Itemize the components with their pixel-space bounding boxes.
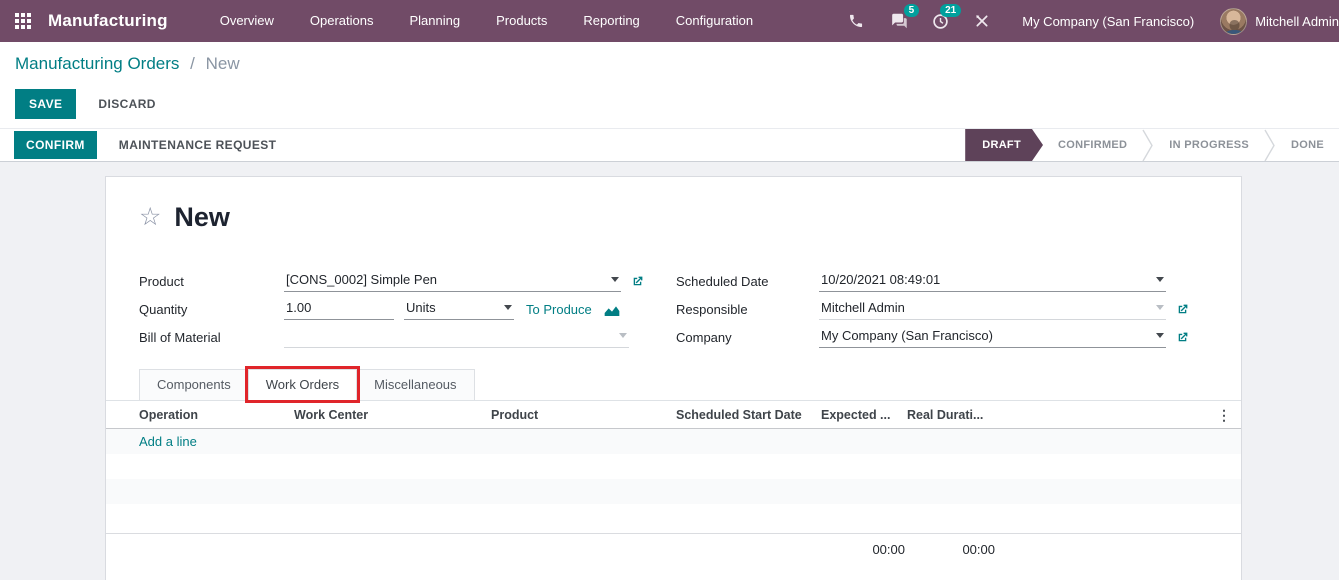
- forecast-chart-icon[interactable]: [604, 302, 620, 316]
- stage-in-progress[interactable]: IN PROGRESS: [1154, 129, 1264, 161]
- activities-badge: 21: [940, 4, 961, 17]
- expected-duration-total: 00:00: [821, 542, 907, 557]
- record-buttons: SAVE DISCARD: [15, 89, 162, 119]
- user-avatar[interactable]: [1220, 8, 1247, 35]
- status-bar: CONFIRM MAINTENANCE REQUEST DRAFT CONFIR…: [0, 128, 1339, 162]
- menu-overview[interactable]: Overview: [202, 0, 292, 42]
- field-quantity: Quantity 1.00 Units To Produce: [139, 295, 644, 323]
- bill-of-material-input[interactable]: [284, 326, 629, 348]
- scheduled-date-input[interactable]: 10/20/2021 08:49:01: [819, 270, 1166, 292]
- col-real-duration: Real Durati...: [907, 408, 1001, 422]
- stage-done[interactable]: DONE: [1276, 129, 1339, 161]
- bill-of-material-label: Bill of Material: [139, 330, 284, 345]
- chevron-right-icon: [1264, 129, 1276, 161]
- scheduled-date-label: Scheduled Date: [676, 274, 819, 289]
- company-input[interactable]: My Company (San Francisco): [819, 326, 1166, 348]
- breadcrumb: Manufacturing Orders / New: [15, 54, 240, 74]
- company-external-link-icon[interactable]: [1176, 331, 1189, 344]
- field-bill-of-material: Bill of Material: [139, 323, 644, 351]
- form-fields: Product [CONS_0002] Simple Pen Quantity …: [139, 267, 1208, 351]
- top-navbar: Manufacturing Overview Operations Planni…: [0, 0, 1339, 42]
- discard-button[interactable]: DISCARD: [92, 89, 161, 119]
- chevron-down-icon[interactable]: [1156, 333, 1164, 338]
- control-panel: Manufacturing Orders / New SAVE DISCARD: [0, 42, 1339, 128]
- stage-pipeline: DRAFT CONFIRMED IN PROGRESS DONE: [965, 129, 1339, 161]
- stage-draft[interactable]: DRAFT: [965, 129, 1043, 161]
- uom-select[interactable]: Units: [404, 298, 514, 320]
- save-button[interactable]: SAVE: [15, 89, 76, 119]
- real-duration-total: 00:00: [907, 542, 1001, 557]
- messages-icon[interactable]: 5: [888, 11, 908, 31]
- field-responsible: Responsible Mitchell Admin: [676, 295, 1196, 323]
- activities-icon[interactable]: 21: [930, 11, 950, 31]
- apps-grid-icon[interactable]: [15, 13, 31, 29]
- menu-configuration[interactable]: Configuration: [658, 0, 771, 42]
- add-line-row: Add a line: [106, 429, 1241, 454]
- empty-row: [106, 454, 1241, 479]
- field-product: Product [CONS_0002] Simple Pen: [139, 267, 644, 295]
- quantity-label: Quantity: [139, 302, 284, 317]
- add-a-line-link[interactable]: Add a line: [139, 434, 197, 449]
- responsible-input[interactable]: Mitchell Admin: [819, 298, 1166, 320]
- tab-miscellaneous[interactable]: Miscellaneous: [356, 369, 474, 400]
- stage-confirmed[interactable]: CONFIRMED: [1043, 129, 1142, 161]
- company-label: Company: [676, 330, 819, 345]
- breadcrumb-parent[interactable]: Manufacturing Orders: [15, 54, 179, 73]
- user-menu[interactable]: Mitchell Admin: [1255, 14, 1339, 29]
- col-product: Product: [491, 408, 676, 422]
- field-scheduled-date: Scheduled Date 10/20/2021 08:49:01: [676, 267, 1196, 295]
- chevron-down-icon[interactable]: [619, 333, 627, 338]
- phone-icon[interactable]: [846, 11, 866, 31]
- responsible-external-link-icon[interactable]: [1176, 303, 1189, 316]
- quantity-input[interactable]: 1.00: [284, 298, 394, 320]
- title-row: ☆ New: [139, 199, 1241, 235]
- tab-components[interactable]: Components: [139, 369, 249, 400]
- product-label: Product: [139, 274, 284, 289]
- col-work-center: Work Center: [294, 408, 491, 422]
- main-menu: Overview Operations Planning Products Re…: [202, 0, 771, 42]
- col-scheduled-start-date: Scheduled Start Date: [676, 408, 821, 422]
- form-view-background: ☆ New Product [CONS_0002] Simple Pen Qua…: [0, 162, 1339, 580]
- to-produce-link[interactable]: To Produce: [526, 302, 592, 317]
- product-external-link-icon[interactable]: [631, 275, 644, 288]
- responsible-label: Responsible: [676, 302, 819, 317]
- chevron-down-icon[interactable]: [504, 305, 512, 310]
- favorite-star-icon[interactable]: ☆: [139, 205, 161, 230]
- systray: 5 21 My Company (San Francisco) Mitchell…: [846, 8, 1339, 35]
- company-switcher[interactable]: My Company (San Francisco): [1022, 14, 1194, 29]
- tab-work-orders[interactable]: Work Orders: [248, 369, 357, 400]
- app-title[interactable]: Manufacturing: [48, 11, 168, 31]
- page-title: New: [174, 204, 230, 231]
- product-input[interactable]: [CONS_0002] Simple Pen: [284, 270, 621, 292]
- optional-columns-icon[interactable]: ⋮: [1207, 408, 1241, 422]
- notebook-tabs: Components Work Orders Miscellaneous: [106, 370, 1241, 401]
- field-company: Company My Company (San Francisco): [676, 323, 1196, 351]
- breadcrumb-current: New: [206, 54, 240, 73]
- col-expected-duration: Expected ...: [821, 408, 907, 422]
- duration-totals-row: 00:00 00:00: [106, 533, 1241, 565]
- chevron-right-icon: [1142, 129, 1154, 161]
- confirm-button[interactable]: CONFIRM: [14, 131, 97, 159]
- chevron-down-icon[interactable]: [1156, 277, 1164, 282]
- menu-products[interactable]: Products: [478, 0, 565, 42]
- breadcrumb-separator: /: [190, 54, 195, 73]
- menu-reporting[interactable]: Reporting: [565, 0, 657, 42]
- empty-row: [106, 479, 1241, 504]
- tools-icon[interactable]: [972, 11, 992, 31]
- empty-row: [106, 504, 1241, 529]
- menu-operations[interactable]: Operations: [292, 0, 392, 42]
- maintenance-request-button[interactable]: MAINTENANCE REQUEST: [113, 130, 283, 160]
- messages-badge: 5: [904, 4, 920, 17]
- chevron-down-icon[interactable]: [611, 277, 619, 282]
- chevron-down-icon[interactable]: [1156, 305, 1164, 310]
- col-operation: Operation: [139, 408, 294, 422]
- menu-planning[interactable]: Planning: [392, 0, 479, 42]
- form-sheet: ☆ New Product [CONS_0002] Simple Pen Qua…: [105, 176, 1242, 580]
- work-orders-table-header: Operation Work Center Product Scheduled …: [106, 401, 1241, 429]
